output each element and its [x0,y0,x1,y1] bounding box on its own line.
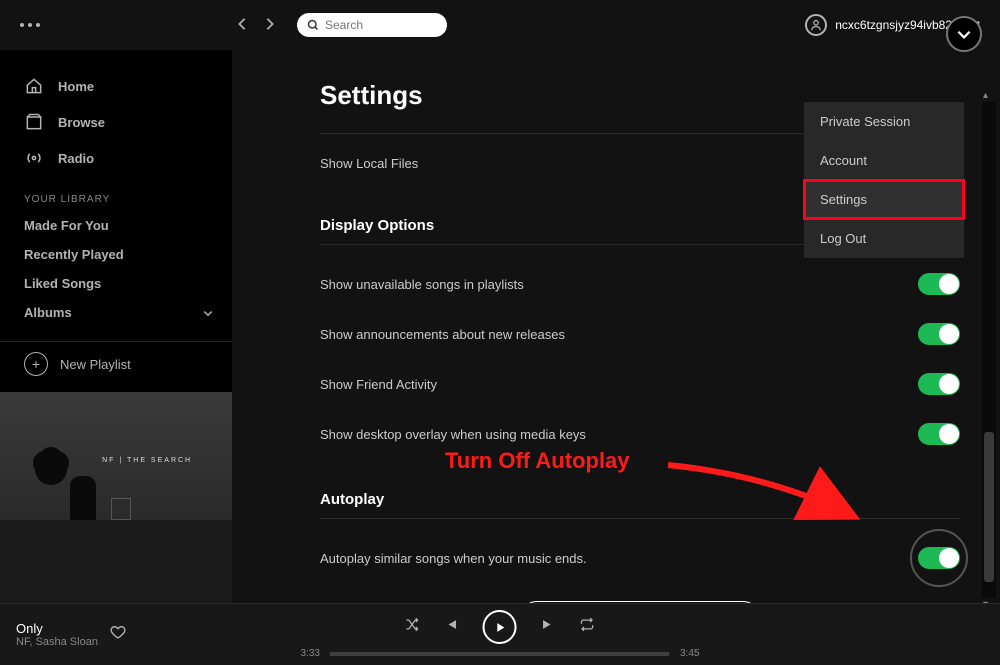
play-button[interactable] [483,610,517,644]
option-label: Show desktop overlay when using media ke… [320,427,586,442]
library-item-label: Liked Songs [24,276,101,291]
now-playing-bar: Only NF, Sasha Sloan 3:33 3:45 [0,603,1000,665]
option-autoplay: Autoplay similar songs when your music e… [320,547,960,569]
radio-icon [24,148,44,168]
library-item-label: Recently Played [24,247,124,262]
nav-arrows [235,15,277,36]
now-playing-album-art[interactable]: NF | THE SEARCH [0,392,232,603]
now-playing-title[interactable]: Only [16,621,98,636]
main-scrollbar-thumb[interactable] [984,432,994,582]
user-dropdown-menu: Private Session Account Settings Log Out [804,102,964,258]
dropdown-private-session[interactable]: Private Session [804,102,964,141]
now-playing-info: Only NF, Sasha Sloan [16,621,98,648]
search-icon [307,19,319,31]
previous-button[interactable] [444,617,459,637]
seek-bar[interactable] [330,652,670,656]
repeat-button[interactable] [580,617,595,637]
option-friend-activity: Show Friend Activity [320,373,960,395]
avatar-icon [805,14,827,36]
album-art-caption: NF | THE SEARCH [102,457,192,464]
search-box[interactable] [297,13,447,37]
app-window: ncxc6tzgnsjyz94ivb82kwt7t Home Browse Ra… [0,0,1000,665]
library-item-recently-played[interactable]: Recently Played [0,240,232,269]
library-item-label: Albums [24,305,72,320]
option-label: Show Friend Activity [320,377,437,392]
sidebar: Home Browse Radio YOUR LIBRARY Made For … [0,50,232,603]
elapsed-time: 3:33 [301,648,320,659]
option-label: Autoplay similar songs when your music e… [320,551,587,566]
sidebar-item-radio[interactable]: Radio [0,140,232,176]
library-header: YOUR LIBRARY [0,176,232,211]
sidebar-item-home[interactable]: Home [0,68,232,104]
browse-icon [24,112,44,132]
option-unavailable-songs: Show unavailable songs in playlists [320,273,960,295]
annotation-circle [910,529,968,587]
plus-icon: + [24,352,48,376]
user-dropdown-toggle[interactable] [946,16,982,52]
topbar: ncxc6tzgnsjyz94ivb82kwt7t [0,0,1000,50]
library-item-albums[interactable]: Albums [0,298,232,327]
sidebar-item-label: Browse [58,115,105,130]
option-announcements: Show announcements about new releases [320,323,960,345]
sidebar-item-label: Radio [58,151,94,166]
option-label: Show unavailable songs in playlists [320,277,524,292]
now-playing-artist[interactable]: NF, Sasha Sloan [16,636,98,648]
nav-back-button[interactable] [235,15,249,36]
divider [320,518,960,519]
toggle-announcements[interactable] [918,323,960,345]
dropdown-log-out[interactable]: Log Out [804,219,964,258]
dropdown-settings[interactable]: Settings [804,180,964,219]
new-playlist-button[interactable]: + New Playlist [0,341,232,386]
option-label: Show announcements about new releases [320,327,565,342]
new-playlist-label: New Playlist [60,357,131,372]
option-desktop-overlay: Show desktop overlay when using media ke… [320,423,960,445]
toggle-unavailable-songs[interactable] [918,273,960,295]
total-time: 3:45 [680,648,699,659]
progress-bar: 3:33 3:45 [301,648,700,659]
library-item-liked-songs[interactable]: Liked Songs [0,269,232,298]
next-button[interactable] [541,617,556,637]
shuffle-button[interactable] [405,617,420,637]
nav-forward-button[interactable] [263,15,277,36]
sidebar-item-browse[interactable]: Browse [0,104,232,140]
main-scrollbar-track[interactable]: ▴ ▾ [982,102,996,598]
toggle-friend-activity[interactable] [918,373,960,395]
home-icon [24,76,44,96]
library-item-made-for-you[interactable]: Made For You [0,211,232,240]
toggle-desktop-overlay[interactable] [918,423,960,445]
library-item-label: Made For You [24,218,109,233]
chevron-down-icon [202,307,214,322]
section-autoplay: Autoplay [320,491,1000,508]
sidebar-item-label: Home [58,79,94,94]
like-button[interactable] [110,624,126,645]
scroll-up-icon[interactable]: ▴ [983,90,988,101]
dropdown-account[interactable]: Account [804,141,964,180]
search-input[interactable] [325,18,425,32]
window-menu-icon[interactable] [20,23,40,27]
playback-controls: 3:33 3:45 [301,610,700,659]
